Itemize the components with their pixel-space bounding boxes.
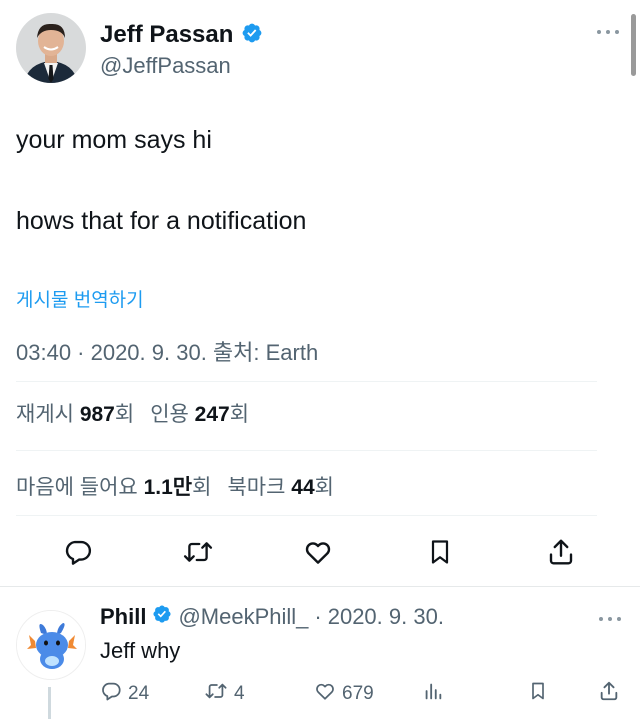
like-count[interactable]: 마음에 들어요 1.1만회: [16, 471, 211, 501]
reply-retweet-button[interactable]: 4: [204, 680, 245, 708]
reply-count: 24: [128, 683, 150, 704]
tweet-header: Jeff Passan @JeffPassan: [16, 13, 626, 87]
retweet-count: 4: [234, 683, 245, 704]
timestamp[interactable]: 03:40 · 2020. 9. 30. 출처: Earth: [16, 335, 318, 367]
author-handle[interactable]: @JeffPassan: [100, 53, 231, 79]
share-icon[interactable]: [598, 680, 620, 702]
bookmark-icon[interactable]: [528, 680, 548, 702]
divider: [16, 450, 597, 451]
reply-author-name[interactable]: Phill: [100, 604, 146, 630]
avatar[interactable]: [16, 610, 86, 680]
bookmark-icon[interactable]: [420, 530, 460, 574]
tweet-actions: [0, 530, 640, 576]
reply-date[interactable]: 2020. 9. 30.: [328, 604, 444, 630]
scrollbar[interactable]: [631, 14, 636, 76]
avatar[interactable]: [16, 13, 86, 83]
author-name[interactable]: Jeff Passan: [100, 21, 233, 49]
author-name-row: Jeff Passan: [100, 21, 263, 49]
reply-author-handle[interactable]: @MeekPhill_: [178, 604, 308, 630]
stats-row-retweets: 재게시 987회 인용 247회: [16, 398, 249, 428]
verified-badge-icon: [152, 604, 172, 630]
more-icon[interactable]: [598, 610, 622, 628]
divider: [0, 586, 640, 587]
like-icon[interactable]: [298, 530, 338, 574]
verified-badge-icon: [241, 22, 263, 49]
bookmark-count[interactable]: 북마크 44회: [227, 471, 334, 501]
stats-row-likes: 마음에 들어요 1.1만회 북마크 44회: [16, 471, 334, 501]
divider: [16, 381, 597, 382]
share-icon[interactable]: [541, 530, 581, 574]
reply-tweet[interactable]: Phill @MeekPhill_ · 2020. 9. 30. Jeff wh…: [0, 592, 640, 719]
tweet-text-line-1: your mom says hi: [16, 126, 212, 154]
quote-count[interactable]: 인용 247회: [150, 398, 249, 428]
more-icon[interactable]: [596, 23, 620, 41]
reply-icon: [100, 680, 122, 708]
reply-reply-button[interactable]: 24: [100, 680, 149, 708]
divider: [16, 515, 597, 516]
retweet-icon: [204, 680, 228, 708]
reply-text: Jeff why: [100, 638, 181, 663]
like-icon: [314, 680, 336, 708]
reply-icon[interactable]: [58, 530, 98, 574]
retweet-icon[interactable]: [178, 530, 218, 574]
reply-header: Phill @MeekPhill_ · 2020. 9. 30.: [100, 604, 444, 630]
thread-line: [48, 687, 51, 719]
like-count: 679: [342, 683, 374, 704]
reply-actions: 24 4 679: [100, 680, 625, 710]
translate-link[interactable]: 게시물 번역하기: [16, 285, 144, 312]
analytics-icon[interactable]: [422, 680, 444, 702]
retweet-count[interactable]: 재게시 987회: [16, 398, 134, 428]
tweet-text-line-2: hows that for a notification: [16, 207, 307, 235]
reply-like-button[interactable]: 679: [314, 680, 374, 708]
separator: ·: [314, 604, 322, 629]
